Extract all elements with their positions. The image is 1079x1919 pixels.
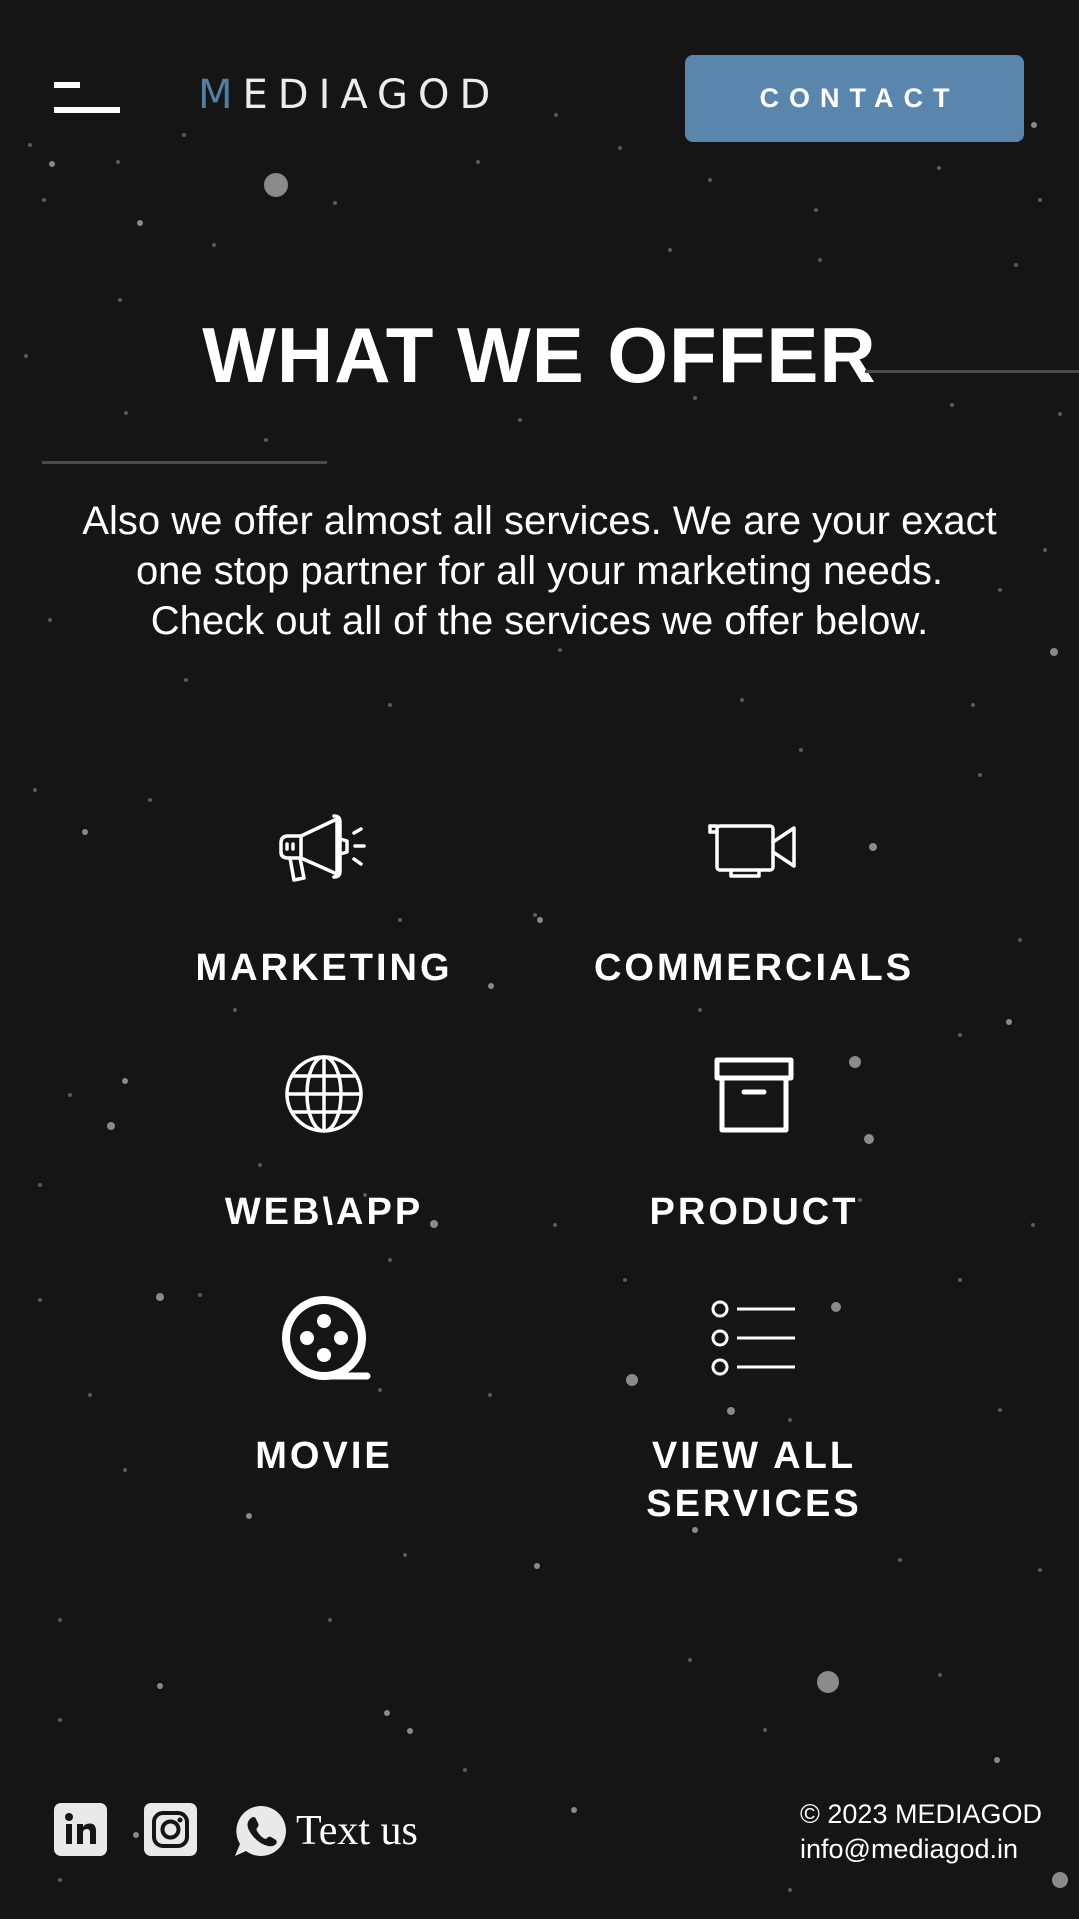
service-label: WEB\APP	[224, 1191, 424, 1233]
intro-line: one stop partner for all your marketing …	[135, 549, 944, 593]
film-reel-icon	[282, 1296, 371, 1380]
whatsapp-icon	[235, 1805, 286, 1856]
service-label: SERVICES	[646, 1483, 862, 1525]
instagram-icon[interactable]	[144, 1803, 197, 1856]
megaphone-icon	[279, 814, 366, 882]
service-movie[interactable]: MOVIE	[109, 1296, 539, 1480]
page: MEDIAGOD CONTACT WHAT WE OFFER Also we o…	[0, 0, 1079, 1919]
menu-icon-bar-bottom	[54, 107, 120, 113]
video-camera-icon	[708, 824, 796, 878]
service-view-all[interactable]: VIEW ALL SERVICES	[539, 1296, 969, 1528]
footer-info: © 2023 MEDIAGOD info@mediagod.in	[800, 1797, 1042, 1867]
service-commercials[interactable]: COMMERCIALS	[539, 808, 969, 992]
divider-left	[42, 461, 327, 464]
menu-icon[interactable]	[54, 80, 122, 118]
globe-icon	[285, 1055, 363, 1133]
section-title: WHAT WE OFFER	[202, 311, 877, 399]
copyright-text: © 2023 MEDIAGOD	[800, 1799, 1042, 1829]
text-us-link[interactable]: Text us	[233, 1803, 418, 1859]
service-label: COMMERCIALS	[593, 947, 915, 989]
logo[interactable]: MEDIAGOD	[198, 72, 500, 118]
intro-line: Check out all of the services we offer b…	[150, 599, 929, 643]
intro-text: Also we offer almost all services. We ar…	[40, 496, 1039, 646]
linkedin-icon[interactable]	[54, 1803, 107, 1856]
service-marketing[interactable]: MARKETING	[109, 808, 539, 992]
email-link[interactable]: info@mediagod.in	[800, 1832, 1042, 1867]
menu-icon-bar-top	[54, 82, 80, 88]
service-label: PRODUCT	[649, 1191, 859, 1233]
logo-first-letter: M	[198, 72, 243, 118]
archive-box-icon	[714, 1057, 794, 1133]
service-label: MOVIE	[255, 1435, 393, 1477]
service-label: VIEW ALL	[651, 1435, 857, 1477]
service-label: MARKETING	[195, 947, 453, 989]
logo-rest: EDIAGOD	[242, 72, 501, 118]
service-product[interactable]: PRODUCT	[539, 1052, 969, 1236]
text-us-label: Text us	[296, 1808, 418, 1854]
contact-button[interactable]: CONTACT	[685, 55, 1024, 142]
divider-right	[865, 370, 1079, 373]
list-icon	[711, 1300, 795, 1376]
service-web-app[interactable]: WEB\APP	[109, 1052, 539, 1236]
intro-line: Also we offer almost all services. We ar…	[82, 499, 997, 543]
